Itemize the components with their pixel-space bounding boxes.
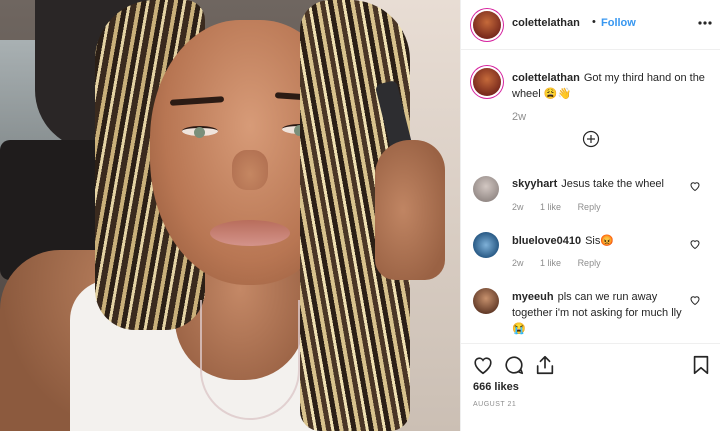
commenter-avatar[interactable]	[473, 232, 499, 258]
post-date[interactable]: AUGUST 21	[473, 401, 516, 408]
hand	[375, 140, 445, 280]
comment-username[interactable]: skyyhart	[512, 178, 557, 190]
share-icon[interactable]	[534, 354, 556, 376]
commenter-avatar[interactable]	[473, 288, 499, 314]
comment-text: bluelove0410 Sis😡	[512, 233, 682, 249]
author-username[interactable]: colettelathan	[512, 17, 580, 29]
more-horizontal-icon[interactable]	[696, 14, 714, 32]
reply-button[interactable]: Reply	[578, 258, 601, 268]
comment-item: skyyhart Jesus take the wheel 2w 1 like R…	[461, 176, 720, 216]
left-eye	[182, 126, 218, 138]
caption-timestamp[interactable]: 2w	[512, 111, 526, 123]
comment-body: Sis😡	[585, 235, 615, 247]
post-actions: 666 likes AUGUST 21	[461, 343, 720, 431]
comment-likes[interactable]: 1 like	[540, 258, 561, 268]
like-count[interactable]: 666 likes	[473, 381, 519, 393]
comment-text: skyyhart Jesus take the wheel	[512, 176, 682, 192]
comment-bubble-icon[interactable]	[503, 354, 525, 376]
bookmark-icon[interactable]	[690, 354, 712, 376]
comment-time[interactable]: 2w	[512, 258, 524, 268]
follow-button[interactable]: Follow	[601, 17, 636, 29]
heart-icon[interactable]	[689, 238, 701, 250]
heart-icon[interactable]	[689, 294, 701, 306]
lips	[210, 220, 290, 246]
post-header: colettelathan • Follow	[461, 0, 720, 50]
author-avatar[interactable]	[473, 11, 501, 39]
comment-username[interactable]: myeeuh	[512, 291, 554, 303]
necklace	[200, 300, 300, 420]
comment-body: Jesus take the wheel	[561, 178, 664, 190]
reply-button[interactable]: Reply	[578, 202, 601, 212]
comment-time[interactable]: 2w	[512, 202, 524, 212]
commenter-avatar[interactable]	[473, 176, 499, 202]
comment-text: myeeuh pls can we run away together i'm n…	[512, 289, 682, 337]
heart-icon[interactable]	[472, 354, 494, 376]
plus-circle-icon[interactable]	[582, 130, 600, 148]
post-photo	[0, 0, 460, 431]
comment-username[interactable]: bluelove0410	[512, 235, 581, 247]
nose	[232, 150, 268, 190]
heart-icon[interactable]	[689, 180, 701, 192]
caption-avatar[interactable]	[473, 68, 501, 96]
follow-separator: •	[592, 16, 596, 28]
caption-username[interactable]: colettelathan	[512, 72, 580, 84]
comment-item: bluelove0410 Sis😡 2w 1 like Reply	[461, 232, 720, 272]
comment-item: myeeuh pls can we run away together i'm n…	[461, 288, 720, 338]
comment-likes[interactable]: 1 like	[540, 202, 561, 212]
post-side-panel: colettelathan • Follow colettelathan Got …	[460, 0, 720, 431]
comment-meta: 2w 1 like Reply	[512, 258, 615, 268]
post-caption: colettelathan Got my third hand on the wh…	[512, 70, 712, 102]
comment-meta: 2w 1 like Reply	[512, 202, 615, 212]
